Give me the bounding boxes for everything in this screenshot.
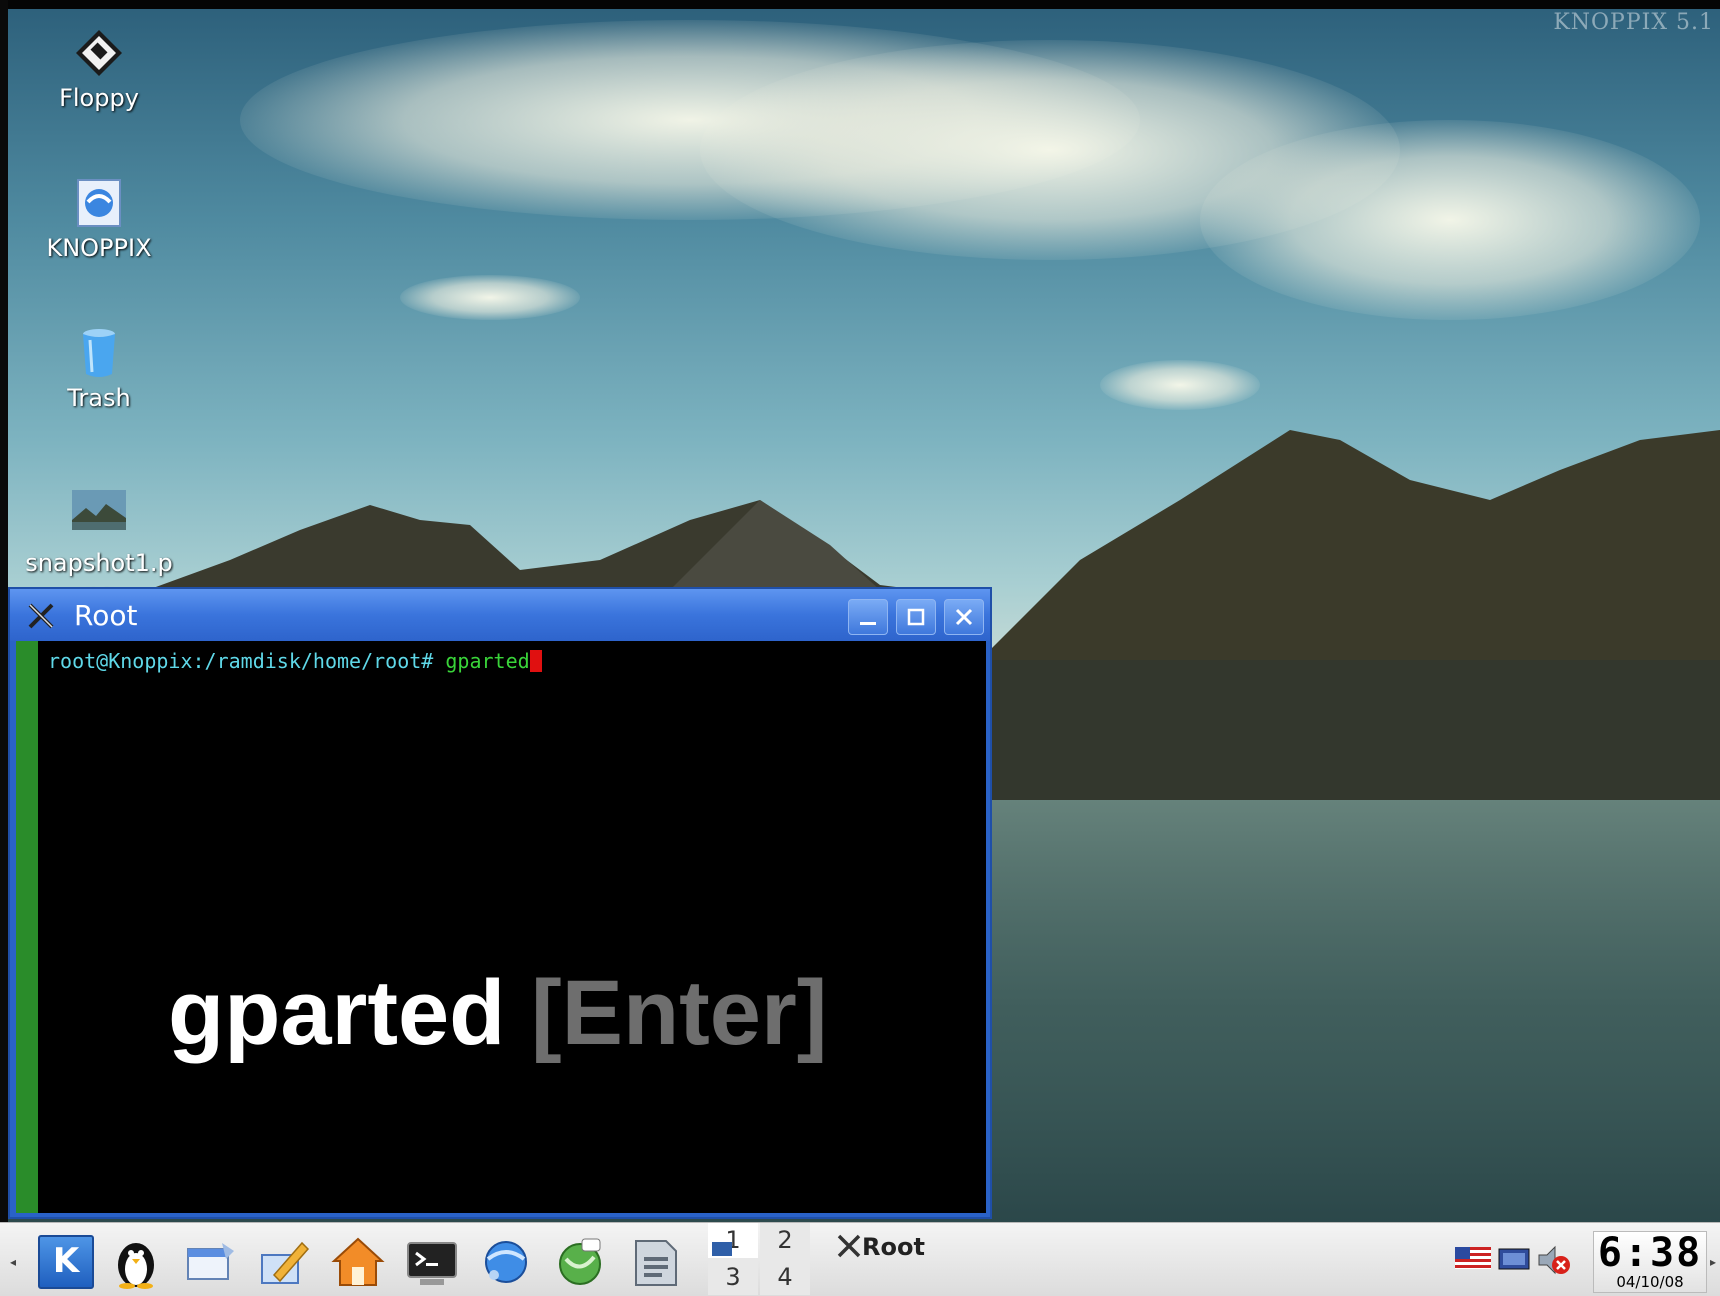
image-thumbnail-icon <box>72 490 126 544</box>
desktop-icon-trash[interactable]: Trash <box>24 326 174 412</box>
desktop-icon-label: Floppy <box>59 84 139 112</box>
panel-hide-left-arrow[interactable]: ◂ <box>10 1255 18 1269</box>
maximize-button[interactable] <box>896 599 936 635</box>
task-label: Root <box>862 1233 925 1261</box>
terminal-window[interactable]: Root root@Knoppix:/ramdisk/home/root# gp… <box>8 587 992 1219</box>
home-icon[interactable] <box>330 1235 386 1289</box>
trash-icon <box>72 326 126 380</box>
clock-date: 04/10/08 <box>1616 1273 1684 1291</box>
close-button[interactable] <box>944 599 984 635</box>
office-document-icon[interactable] <box>626 1235 682 1289</box>
taskbar-task-root[interactable]: Root <box>836 1233 925 1261</box>
panel-hide-right-arrow[interactable]: ▸ <box>1710 1255 1718 1269</box>
pager-desktop-2[interactable]: 2 <box>760 1223 810 1258</box>
desktop-icon-label: KNOPPIX <box>46 234 152 262</box>
pager-desktop-3[interactable]: 3 <box>708 1260 758 1295</box>
instruction-overlay: gparted [Enter] <box>168 961 827 1066</box>
window-list-icon[interactable] <box>182 1235 238 1289</box>
pager-desktop-4[interactable]: 4 <box>760 1260 810 1295</box>
minimize-button[interactable] <box>848 599 888 635</box>
close-icon <box>955 608 973 626</box>
k-menu-button[interactable]: K <box>38 1235 94 1289</box>
clock-time: 6:38 <box>1597 1230 1703 1276</box>
terminal-area[interactable]: root@Knoppix:/ramdisk/home/root# gparted… <box>16 641 986 1213</box>
desktop-pager: 1 2 3 4 <box>708 1223 812 1296</box>
pager-label: 2 <box>777 1226 793 1254</box>
distro-watermark: KNOPPIX 5.1 <box>1553 10 1714 35</box>
pager-label: 4 <box>777 1263 793 1291</box>
terminal-cursor <box>529 650 542 672</box>
minimize-icon <box>860 622 876 625</box>
network-globe-icon[interactable] <box>552 1235 608 1289</box>
browser-icon[interactable] <box>478 1235 534 1289</box>
x-app-icon[interactable] <box>26 601 56 631</box>
taskbar: ◂ K 1 2 3 4 Root 6:38 04/10/08 ▸ <box>0 1222 1720 1296</box>
floppy-icon <box>72 26 126 80</box>
window-title: Root <box>74 599 138 632</box>
pager-label: 3 <box>725 1263 741 1291</box>
terminal-prompt: root@Knoppix:/ramdisk/home/root# <box>48 649 446 673</box>
desktop-icon-floppy[interactable]: Floppy <box>24 26 174 112</box>
window-titlebar[interactable]: Root <box>10 589 990 641</box>
terminal-gutter <box>16 641 38 1213</box>
desktop-icon-knoppix[interactable]: KNOPPIX <box>24 176 174 262</box>
terminal-command: gparted <box>445 649 530 673</box>
overlay-command: gparted <box>168 962 506 1064</box>
volume-muted-icon[interactable] <box>1535 1243 1571 1277</box>
x-app-icon <box>837 1234 861 1258</box>
maximize-icon <box>907 608 925 626</box>
pager-window-marker <box>712 1242 732 1256</box>
knoppix-doc-icon <box>72 176 126 230</box>
us-flag-keyboard-icon[interactable] <box>1455 1247 1491 1273</box>
overlay-key: [Enter] <box>530 962 828 1064</box>
desktop-icon-label: Trash <box>67 384 131 412</box>
terminal-command-line: root@Knoppix:/ramdisk/home/root# gparted <box>48 649 542 673</box>
display-icon[interactable] <box>1497 1247 1531 1273</box>
edit-pen-icon[interactable] <box>256 1235 312 1289</box>
terminal-icon[interactable] <box>404 1235 460 1289</box>
clock-widget[interactable]: 6:38 04/10/08 <box>1593 1231 1707 1293</box>
penguin-icon[interactable] <box>108 1235 164 1289</box>
pager-desktop-1[interactable]: 1 <box>708 1223 758 1258</box>
